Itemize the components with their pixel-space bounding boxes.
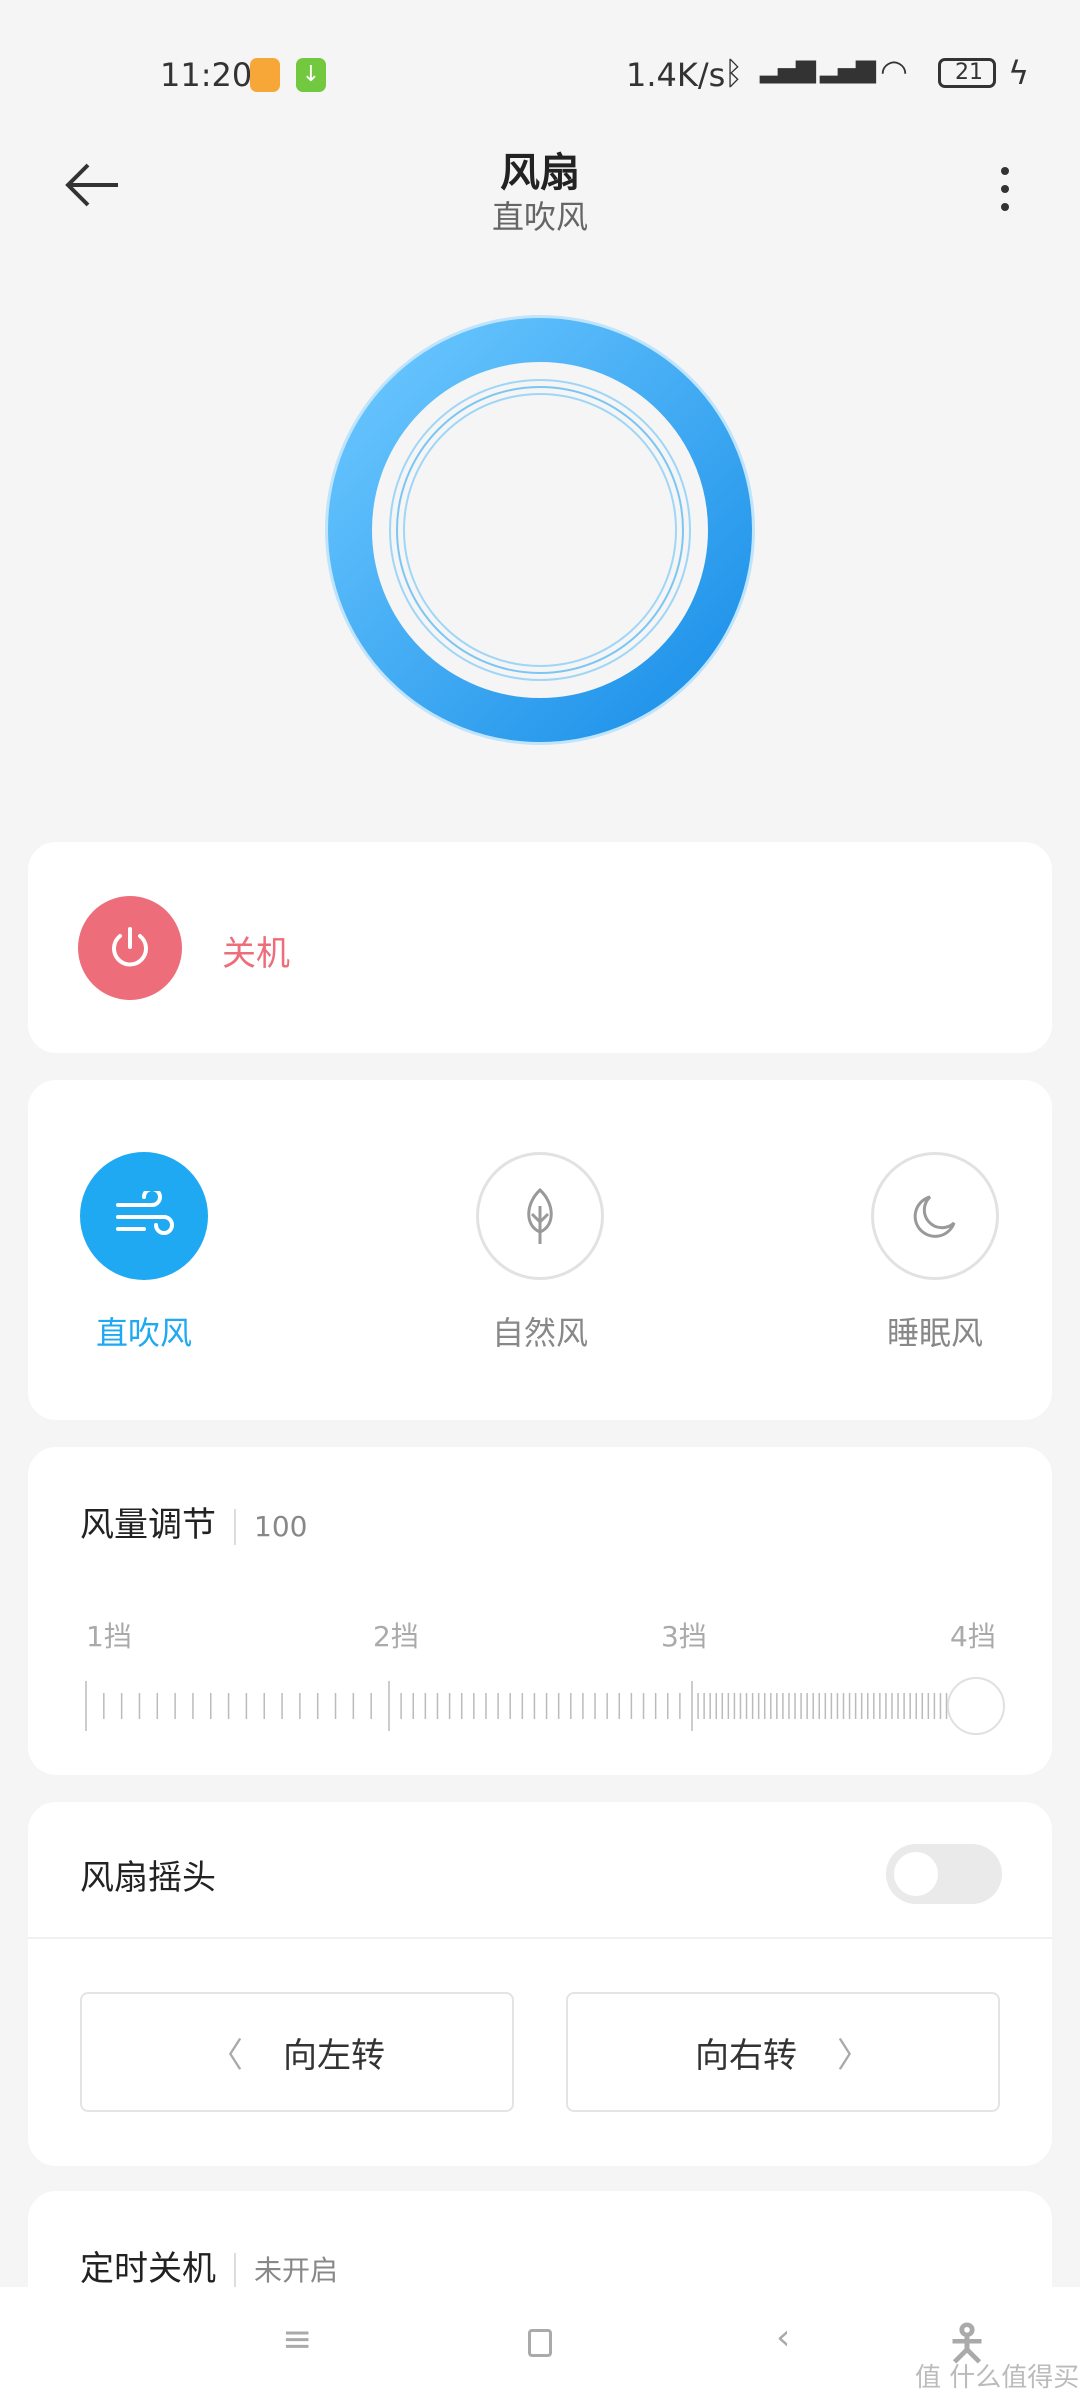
mode-sleep-button[interactable] xyxy=(871,1152,999,1280)
wifi-icon: ◠ xyxy=(880,52,908,90)
power-label: 关机 xyxy=(222,934,290,974)
mode-label: 直吹风 xyxy=(95,1314,193,1352)
level-label: 4挡 xyxy=(950,1620,996,1653)
speed-value: 100 xyxy=(254,1510,308,1543)
menu-icon[interactable]: ≡ xyxy=(282,2319,312,2360)
more-button[interactable] xyxy=(990,165,1020,215)
signal-hd-icon: ▂▄▆ xyxy=(760,54,816,84)
oscillation-title: 风扇摇头 xyxy=(80,1858,216,1898)
more-vertical-icon xyxy=(1001,167,1009,211)
battery-level: 21 xyxy=(955,60,983,85)
speed-title: 风量调节 xyxy=(80,1505,216,1545)
charging-icon: ϟ xyxy=(1008,54,1030,92)
slider-thumb[interactable] xyxy=(947,1677,1005,1735)
oscillation-card: 风扇摇头 〈向左转 向右转〉 xyxy=(28,1802,1052,2166)
turn-left-label: 向左转 xyxy=(283,2035,385,2076)
divider xyxy=(234,1508,236,1545)
moon-icon xyxy=(913,1195,956,1238)
power-button[interactable] xyxy=(78,896,182,1000)
page-subtitle: 直吹风 xyxy=(491,198,588,236)
status-bar: 11:20 ↓ 1.4K/s ᛒ ▂▄▆ ▂▄▆ ◠ 21 ϟ xyxy=(0,50,1080,100)
power-card: 关机 xyxy=(28,842,1052,1053)
turn-right-label: 向右转 xyxy=(695,2035,797,2076)
turn-right-button[interactable]: 向右转〉 xyxy=(566,1992,1000,2112)
download-icon: ↓ xyxy=(296,58,326,92)
divider xyxy=(234,2252,236,2289)
level-label: 2挡 xyxy=(373,1620,419,1653)
network-speed: 1.4K/s xyxy=(626,56,726,94)
back-icon[interactable]: ‹ xyxy=(776,2317,790,2358)
chevron-right-icon: 〉 xyxy=(837,2035,871,2076)
level-label: 1挡 xyxy=(86,1620,132,1653)
notification-orange-icon xyxy=(250,58,280,92)
turn-left-button[interactable]: 〈向左转 xyxy=(80,1992,514,2112)
power-icon xyxy=(112,927,148,967)
oscillation-toggle[interactable] xyxy=(886,1844,1002,1904)
timer-value: 未开启 xyxy=(254,2254,339,2287)
divider xyxy=(28,1937,1052,1939)
chevron-left-icon: 〈 xyxy=(209,2035,243,2076)
page-title: 风扇 xyxy=(500,150,580,196)
wind-icon xyxy=(116,1191,174,1235)
signal-hd-icon: ▂▄▆ xyxy=(820,54,876,84)
speed-slider[interactable] xyxy=(78,1669,1018,1749)
battery-icon: 21 xyxy=(938,58,996,88)
mode-label: 睡眠风 xyxy=(886,1314,984,1352)
mode-natural-button[interactable] xyxy=(476,1152,604,1280)
watermark: 值 什么值得买 xyxy=(915,2363,1080,2393)
mode-label: 自然风 xyxy=(491,1314,589,1352)
mode-card: 直吹风 自然风 睡眠风 xyxy=(28,1080,1052,1420)
leaf-icon xyxy=(527,1187,553,1244)
fan-ring-visual xyxy=(325,315,755,745)
timer-title: 定时关机 xyxy=(80,2249,216,2289)
toggle-knob xyxy=(894,1852,938,1896)
speed-card: 风量调节 100 1挡 2挡 3挡 4挡 xyxy=(28,1447,1052,1775)
navigation-bar: ≡ ‹ 🯅 值 什么值得买 xyxy=(0,2287,1080,2400)
level-label: 3挡 xyxy=(661,1620,707,1653)
mode-direct-button[interactable] xyxy=(80,1152,208,1280)
clock: 11:20 xyxy=(160,56,253,94)
home-icon[interactable] xyxy=(528,2329,552,2357)
bluetooth-icon: ᛒ xyxy=(724,54,744,92)
